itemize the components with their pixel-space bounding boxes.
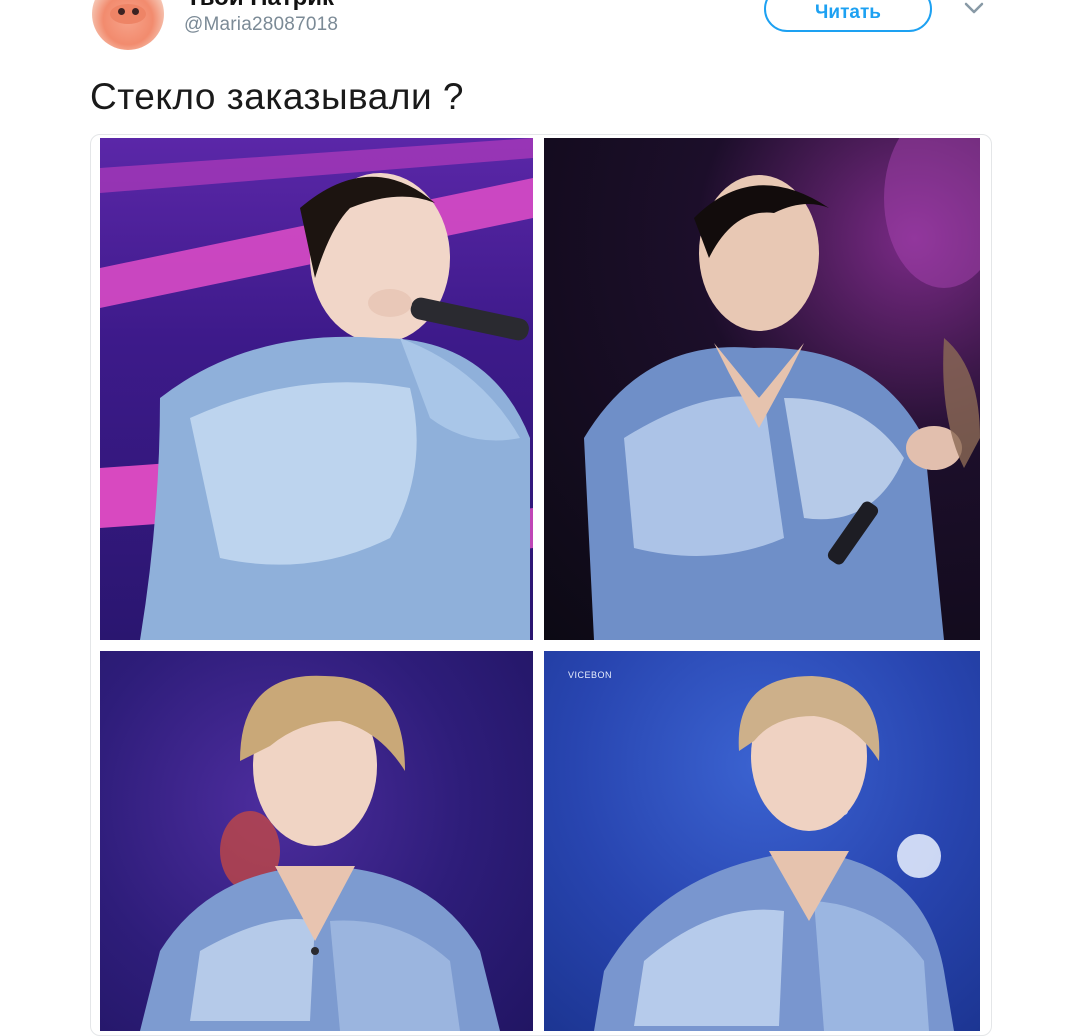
user-handle[interactable]: @Maria28087018 — [184, 14, 338, 36]
photo-1[interactable] — [100, 138, 533, 640]
follow-button[interactable]: Читать — [764, 0, 932, 32]
chevron-down-icon[interactable] — [960, 0, 988, 20]
photo-2[interactable] — [544, 138, 980, 640]
tweet-text: Стекло заказывали ? — [90, 76, 464, 117]
display-name[interactable]: Твой Патрик — [186, 0, 334, 12]
photo-watermark: VICEBON — [568, 670, 613, 680]
photo-4[interactable] — [544, 651, 980, 1031]
photo-3[interactable] — [100, 651, 533, 1031]
avatar[interactable] — [92, 0, 164, 50]
